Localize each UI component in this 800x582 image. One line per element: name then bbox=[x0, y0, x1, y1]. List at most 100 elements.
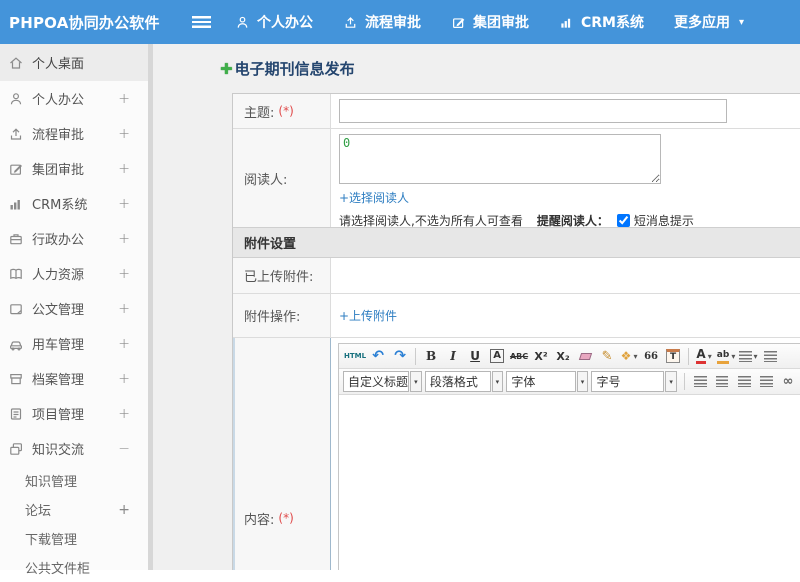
redo-button[interactable]: ↷ bbox=[390, 346, 410, 366]
app-logo[interactable]: PHPOA协同办公软件 bbox=[0, 12, 192, 33]
format-brush-button[interactable]: ✎ bbox=[597, 346, 617, 366]
underline-button[interactable]: U bbox=[465, 346, 485, 366]
car-icon bbox=[8, 336, 24, 352]
expand-toggle[interactable]: + bbox=[114, 161, 134, 177]
rich-text-editor: HTML ↶ ↷ B I U A ABC X² X₂ ✎ bbox=[338, 343, 800, 570]
attachment-ops-row: 附件操作: +上传附件 bbox=[233, 294, 800, 338]
sms-notify-checkbox[interactable] bbox=[617, 214, 630, 227]
font-family-select[interactable]: 字体 bbox=[506, 371, 575, 392]
justify-button[interactable] bbox=[756, 372, 776, 392]
bold-button[interactable]: B bbox=[421, 346, 441, 366]
caret-down-icon[interactable]: ▾ bbox=[577, 371, 589, 392]
sidebar-subitem-knowledge-mgmt[interactable]: 知识管理 bbox=[0, 466, 148, 495]
insert-link-button[interactable]: ∞ bbox=[778, 372, 798, 392]
sidebar-item-knowledge[interactable]: 知识交流 − bbox=[0, 431, 148, 466]
sidebar-item-group-approval[interactable]: 集团审批 + bbox=[0, 151, 148, 186]
readers-textarea[interactable]: 0 bbox=[339, 134, 661, 184]
font-color-button[interactable]: A▾ bbox=[694, 346, 714, 366]
subscript-icon: X₂ bbox=[556, 350, 569, 363]
expand-toggle[interactable]: + bbox=[114, 91, 134, 107]
align-left-button[interactable] bbox=[690, 372, 710, 392]
sms-notify-label: 短消息提示 bbox=[634, 212, 694, 229]
paste-word-button[interactable]: T bbox=[663, 346, 683, 366]
sidebar-subitem-public-cabinet[interactable]: 公共文件柜 bbox=[0, 553, 148, 582]
menu-toggle-icon[interactable] bbox=[192, 16, 211, 28]
sidebar-item-vehicle-mgmt[interactable]: 用车管理 + bbox=[0, 326, 148, 361]
top-nav: 个人办公 流程审批 集团审批 CRM系统 更多应用 ▾ bbox=[235, 12, 744, 32]
italic-button[interactable]: I bbox=[443, 346, 463, 366]
ordered-list-icon bbox=[739, 351, 752, 362]
editor-content-area[interactable] bbox=[339, 395, 800, 570]
auto-typeset-button[interactable]: ❖▾ bbox=[619, 346, 639, 366]
align-right-button[interactable] bbox=[734, 372, 754, 392]
subject-input[interactable] bbox=[339, 99, 727, 123]
sidebar-item-project-mgmt[interactable]: 项目管理 + bbox=[0, 396, 148, 431]
font-size-select[interactable]: 字号 bbox=[591, 371, 664, 392]
align-center-button[interactable] bbox=[712, 372, 732, 392]
sidebar-item-desktop[interactable]: 个人桌面 bbox=[0, 44, 148, 81]
editor-toolbar-row2: 自定义标题 ▾ 段落格式 ▾ 字体 ▾ 字号 ▾ bbox=[339, 369, 800, 395]
html-source-button[interactable]: HTML bbox=[344, 346, 366, 366]
ordered-list-button[interactable]: ▾ bbox=[738, 346, 758, 366]
user-icon bbox=[8, 91, 24, 107]
readers-label: 阅读人: bbox=[244, 169, 287, 188]
strikethrough-button[interactable]: ABC bbox=[509, 346, 529, 366]
highlight-icon: ab bbox=[717, 349, 730, 364]
nav-group-approval[interactable]: 集团审批 bbox=[451, 12, 529, 32]
sidebar-item-admin-office[interactable]: 行政办公 + bbox=[0, 221, 148, 256]
choose-readers-link[interactable]: +选择阅读人 bbox=[339, 191, 409, 205]
expand-toggle[interactable]: + bbox=[114, 126, 134, 142]
nav-workflow-approval[interactable]: 流程审批 bbox=[343, 12, 421, 32]
expand-toggle[interactable]: + bbox=[114, 406, 134, 422]
flow-icon bbox=[8, 126, 24, 142]
sidebar-item-personal-office[interactable]: 个人办公 + bbox=[0, 81, 148, 116]
sidebar-item-archive-mgmt[interactable]: 档案管理 + bbox=[0, 361, 148, 396]
caret-down-icon: ▾ bbox=[731, 352, 735, 361]
sidebar-item-hr[interactable]: 人力资源 + bbox=[0, 256, 148, 291]
superscript-button[interactable]: X² bbox=[531, 346, 551, 366]
project-icon bbox=[8, 406, 24, 422]
subscript-button[interactable]: X₂ bbox=[553, 346, 573, 366]
nav-more-apps[interactable]: 更多应用 ▾ bbox=[674, 12, 744, 32]
eraser-icon bbox=[578, 353, 591, 360]
nav-crm[interactable]: CRM系统 bbox=[559, 12, 644, 32]
italic-icon: I bbox=[450, 349, 456, 363]
sidebar-item-workflow-approval[interactable]: 流程审批 + bbox=[0, 116, 148, 151]
eraser-button[interactable] bbox=[575, 346, 595, 366]
align-right-icon bbox=[738, 376, 751, 387]
caret-down-icon[interactable]: ▾ bbox=[665, 371, 677, 392]
undo-button[interactable]: ↶ bbox=[368, 346, 388, 366]
sidebar-subitem-forum[interactable]: 论坛 + bbox=[0, 495, 148, 524]
chart-icon bbox=[559, 15, 574, 30]
expand-toggle[interactable]: + bbox=[114, 336, 134, 352]
required-mark: (*) bbox=[278, 511, 293, 525]
custom-heading-select[interactable]: 自定义标题 bbox=[343, 371, 409, 392]
expand-toggle[interactable]: + bbox=[114, 502, 134, 518]
sidebar-subitem-download-mgmt[interactable]: 下载管理 bbox=[0, 524, 148, 553]
collapse-toggle[interactable]: − bbox=[114, 441, 134, 457]
paragraph-format-select[interactable]: 段落格式 bbox=[425, 371, 491, 392]
expand-toggle[interactable]: + bbox=[114, 371, 134, 387]
expand-toggle[interactable]: + bbox=[114, 196, 134, 212]
upload-attachment-link[interactable]: +上传附件 bbox=[339, 307, 397, 324]
sidebar-item-crm[interactable]: CRM系统 + bbox=[0, 186, 148, 221]
expand-toggle[interactable]: + bbox=[114, 266, 134, 282]
unordered-list-button[interactable] bbox=[760, 346, 780, 366]
sidebar-item-document-mgmt[interactable]: 公文管理 + bbox=[0, 291, 148, 326]
caret-down-icon[interactable]: ▾ bbox=[492, 371, 504, 392]
nav-personal-office[interactable]: 个人办公 bbox=[235, 12, 313, 32]
caret-down-icon: ▾ bbox=[708, 352, 712, 361]
blockquote-button[interactable]: 66 bbox=[641, 346, 661, 366]
add-icon: ✚ bbox=[220, 60, 233, 78]
caret-down-icon: ▾ bbox=[739, 17, 744, 28]
caret-down-icon[interactable]: ▾ bbox=[410, 371, 422, 392]
subject-row: 主题: (*) bbox=[233, 94, 800, 129]
toolbar-separator bbox=[415, 348, 416, 365]
readers-row: 阅读人: 0 +选择阅读人 请选择阅读人,不选为所有人可查看 提醒阅读人： 短消… bbox=[233, 129, 800, 228]
paste-icon: T bbox=[666, 349, 680, 363]
expand-toggle[interactable]: + bbox=[114, 231, 134, 247]
document-icon bbox=[8, 301, 24, 317]
expand-toggle[interactable]: + bbox=[114, 301, 134, 317]
font-border-button[interactable]: A bbox=[487, 346, 507, 366]
highlight-button[interactable]: ab▾ bbox=[716, 346, 736, 366]
